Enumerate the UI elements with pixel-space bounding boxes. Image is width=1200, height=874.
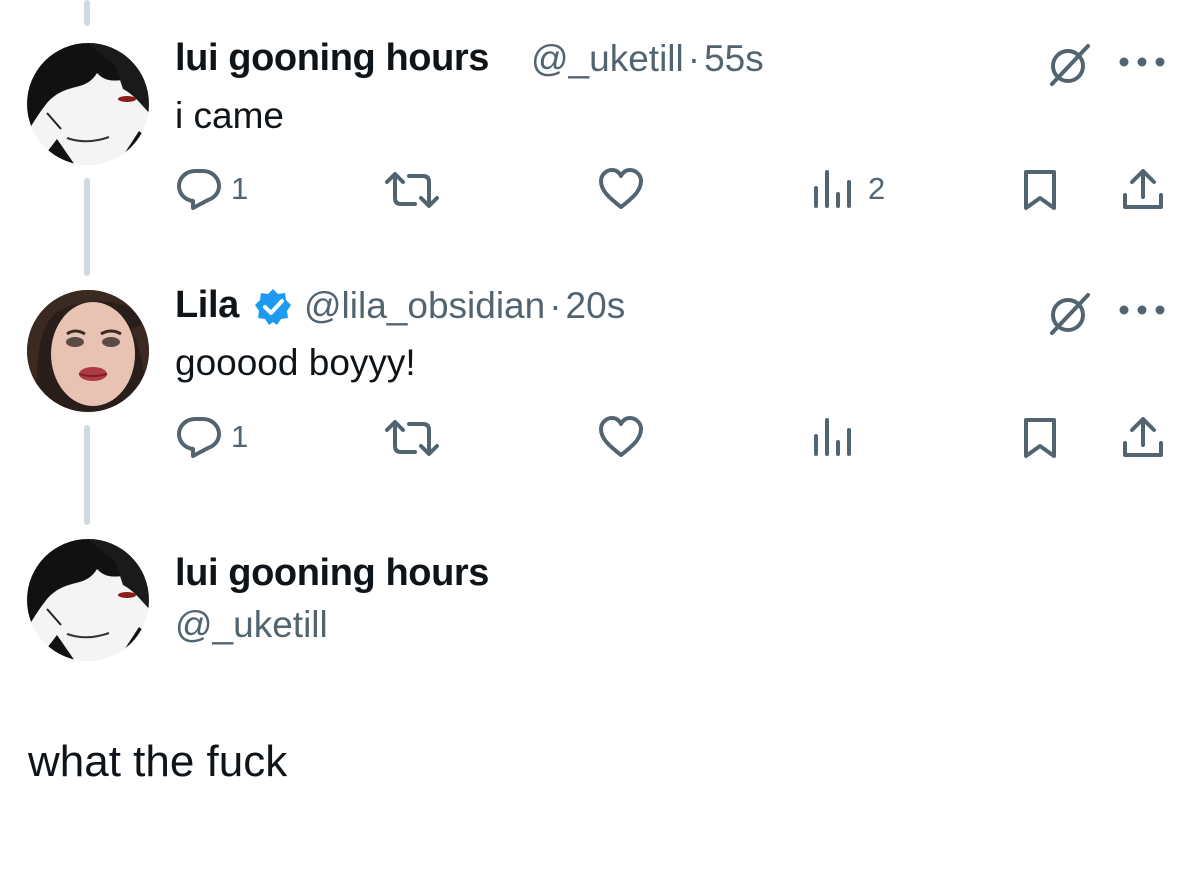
tweet-text: i came — [175, 95, 284, 136]
avatar[interactable] — [27, 43, 149, 165]
avatar-image-anime — [27, 43, 149, 165]
separator: · — [549, 285, 562, 326]
handle[interactable]: @_uketill — [175, 604, 328, 646]
tweet-meta: @_uketill · 55s — [531, 38, 764, 80]
verified-badge-icon — [255, 289, 291, 325]
views-icon[interactable] — [812, 416, 852, 458]
post-text: what the fuck — [28, 737, 288, 786]
display-name[interactable]: lui gooning hours — [175, 552, 489, 595]
bookmark-icon[interactable] — [1020, 168, 1060, 212]
share-icon[interactable] — [1120, 167, 1166, 213]
retweet-icon[interactable] — [383, 418, 441, 458]
like-icon[interactable] — [598, 415, 644, 459]
avatar-image-anime — [27, 539, 149, 661]
handle[interactable]: @lila_obsidian — [304, 285, 545, 326]
tweet-text: gooood boyyy! — [175, 342, 416, 383]
views-icon[interactable] — [812, 168, 852, 210]
thread-line-1 — [84, 178, 90, 276]
views-count: 2 — [868, 171, 886, 206]
reply-count: 1 — [231, 171, 249, 206]
grok-icon[interactable] — [1044, 40, 1094, 90]
timestamp[interactable]: 20s — [566, 285, 626, 326]
thread-line-2 — [84, 425, 90, 525]
handle[interactable]: @_uketill — [531, 38, 684, 79]
share-icon[interactable] — [1120, 415, 1166, 461]
more-icon[interactable] — [1116, 55, 1168, 69]
retweet-icon[interactable] — [383, 170, 441, 210]
separator: · — [687, 38, 701, 79]
reply-icon[interactable] — [175, 167, 223, 211]
avatar[interactable] — [27, 290, 149, 412]
avatar[interactable] — [27, 539, 149, 661]
bookmark-icon[interactable] — [1020, 416, 1060, 460]
display-name[interactable]: Lila — [175, 284, 239, 327]
avatar-image-photo — [27, 290, 149, 412]
reply-count: 1 — [231, 419, 249, 454]
timestamp[interactable]: 55s — [704, 38, 764, 79]
reply-icon[interactable] — [175, 415, 223, 459]
display-name[interactable]: lui gooning hours — [175, 37, 489, 80]
like-icon[interactable] — [598, 167, 644, 211]
tweet-meta: @lila_obsidian · 20s — [304, 285, 625, 327]
more-icon[interactable] — [1116, 303, 1168, 317]
thread-line-top — [84, 0, 90, 26]
grok-icon[interactable] — [1044, 289, 1094, 339]
